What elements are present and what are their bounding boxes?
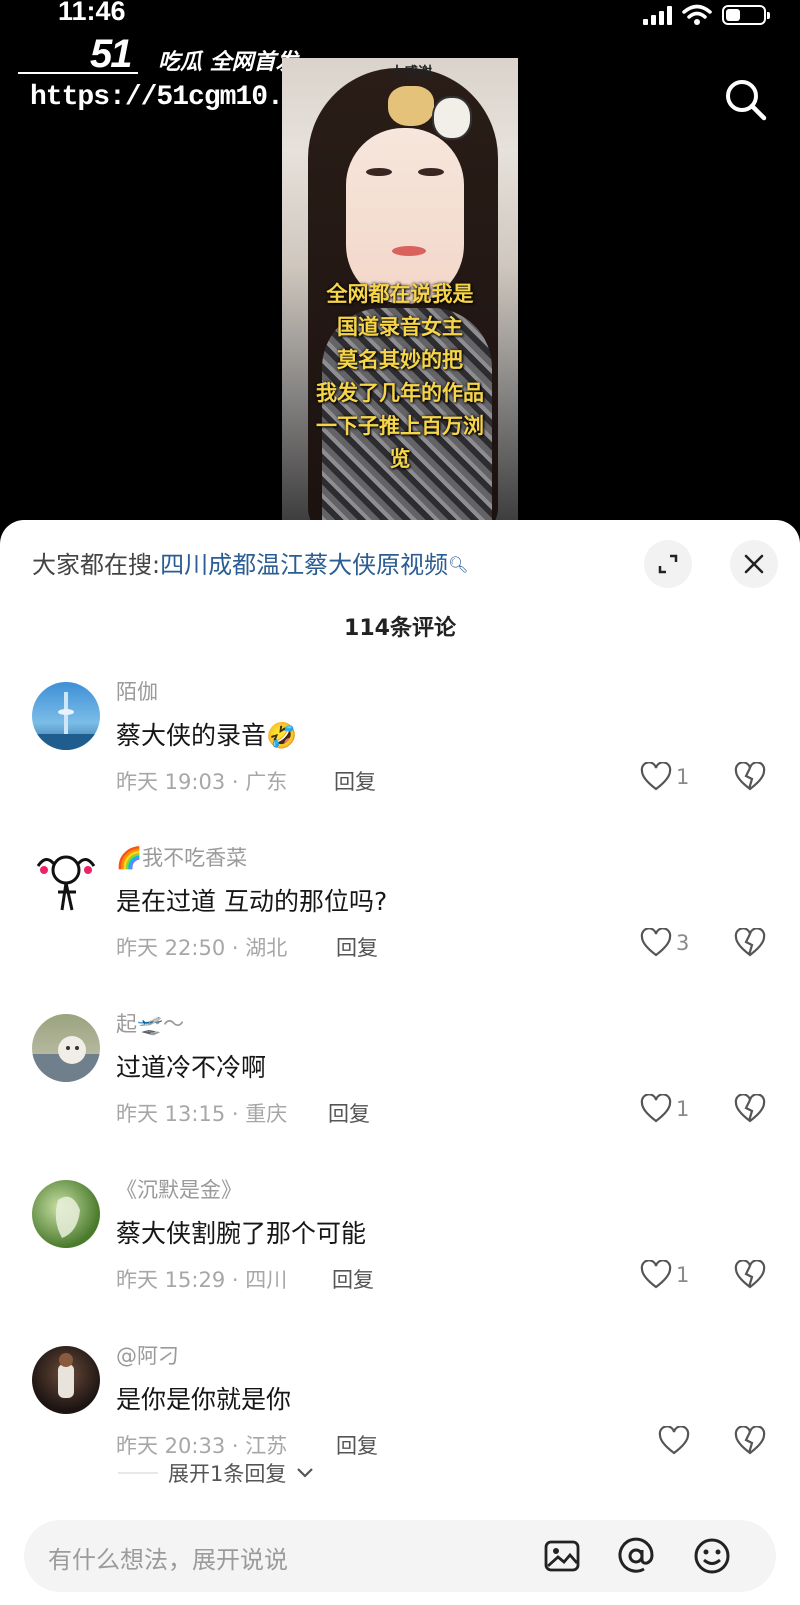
like-count: 1 bbox=[676, 1263, 690, 1287]
dislike-button[interactable] bbox=[734, 1259, 766, 1294]
image-icon bbox=[544, 1540, 580, 1572]
sticker-text: 大感谢 bbox=[390, 65, 432, 81]
comment-item: 起🛫～ 过道冷不冷啊 昨天 13:15 · 重庆 回复 1 bbox=[0, 1012, 800, 1164]
expand-icon bbox=[658, 554, 678, 574]
expand-button[interactable] bbox=[644, 540, 692, 588]
like-button[interactable] bbox=[658, 1426, 694, 1456]
close-button[interactable] bbox=[730, 540, 778, 588]
video-caption: 全网都在说我是 国道录音女主 莫名其妙的把 我发了几年的作品 一下子推上百万浏 … bbox=[316, 282, 484, 471]
like-count: 3 bbox=[676, 931, 690, 955]
reply-button[interactable]: 回复 bbox=[336, 932, 378, 962]
image-button[interactable] bbox=[542, 1536, 582, 1576]
heart-icon bbox=[640, 762, 672, 791]
comment-item: 《沉默是金》 蔡大侠割腕了那个可能 昨天 15:29 · 四川 回复 1 bbox=[0, 1178, 800, 1330]
like-button[interactable]: 1 bbox=[640, 1260, 689, 1290]
search-suggestion-term[interactable]: 四川成都温江蔡大侠原视频 bbox=[160, 551, 448, 579]
dislike-button[interactable] bbox=[734, 761, 766, 796]
sticker-bear bbox=[388, 86, 434, 126]
avatar[interactable] bbox=[32, 848, 100, 916]
comment-text: 蔡大侠的录音🤣 bbox=[116, 721, 298, 750]
comment-text: 蔡大侠割腕了那个可能 bbox=[116, 1219, 367, 1248]
reply-button[interactable]: 回复 bbox=[336, 1430, 378, 1460]
reply-button[interactable]: 回复 bbox=[332, 1264, 374, 1294]
broken-heart-icon bbox=[734, 927, 766, 957]
like-button[interactable]: 3 bbox=[640, 928, 689, 958]
broken-heart-icon bbox=[734, 1093, 766, 1123]
at-icon bbox=[618, 1537, 654, 1573]
battery-icon bbox=[722, 5, 770, 25]
comment-meta: 昨天 15:29 · 四川 bbox=[116, 1268, 288, 1292]
comment-item: 陌伽 蔡大侠的录音🤣 昨天 19:03 · 广东 回复 1 bbox=[0, 680, 800, 832]
like-button[interactable]: 1 bbox=[640, 762, 689, 792]
search-suggestion[interactable]: 大家都在搜:四川成都温江蔡大侠原视频🔍︎ bbox=[32, 548, 468, 582]
heart-icon bbox=[640, 1094, 672, 1123]
comment-input[interactable]: 有什么想法，展开说说 bbox=[48, 1540, 288, 1575]
broken-heart-icon bbox=[734, 1425, 766, 1455]
chevron-down-icon bbox=[297, 1468, 314, 1478]
expand-replies-label: 展开1条回复 bbox=[168, 1462, 287, 1486]
comment-username[interactable]: @阿刁 bbox=[116, 1340, 179, 1370]
dislike-button[interactable] bbox=[734, 1425, 766, 1460]
watermark-tag: 吃瓜 全网首发 bbox=[158, 50, 298, 75]
avatar[interactable] bbox=[32, 1346, 100, 1414]
heart-icon bbox=[658, 1426, 690, 1455]
comment-text: 是在过道 互动的那位吗? bbox=[116, 887, 388, 916]
broken-heart-icon bbox=[734, 1259, 766, 1289]
comment-sheet: 大家都在搜:四川成都温江蔡大侠原视频🔍︎ 114条评论 陌伽 蔡大侠的录音🤣 昨… bbox=[0, 520, 800, 1605]
comment-username[interactable]: 陌伽 bbox=[116, 676, 158, 706]
reply-button[interactable]: 回复 bbox=[334, 766, 376, 796]
wifi-icon bbox=[682, 4, 712, 25]
broken-heart-icon bbox=[734, 761, 766, 791]
status-bar: 11:46 bbox=[0, 0, 800, 30]
comment-username[interactable]: 🌈我不吃香菜 bbox=[116, 842, 247, 872]
reply-divider bbox=[118, 1472, 158, 1474]
comment-text: 是你是你就是你 bbox=[116, 1385, 292, 1414]
watermark-brand: 51 bbox=[90, 32, 132, 76]
like-count: 1 bbox=[676, 765, 690, 789]
comment-input-bar[interactable]: 有什么想法，展开说说 bbox=[24, 1520, 776, 1592]
avatar[interactable] bbox=[32, 682, 100, 750]
sticker-panda bbox=[432, 96, 472, 140]
avatar[interactable] bbox=[32, 1180, 100, 1248]
emoji-button[interactable] bbox=[692, 1536, 732, 1576]
comment-text: 过道冷不冷啊 bbox=[116, 1053, 267, 1082]
search-button[interactable] bbox=[722, 76, 770, 124]
comment-count: 114条评论 bbox=[344, 616, 456, 641]
dislike-button[interactable] bbox=[734, 1093, 766, 1128]
comment-item: 🌈我不吃香菜 是在过道 互动的那位吗? 昨天 22:50 · 湖北 回复 3 bbox=[0, 846, 800, 998]
comment-meta: 昨天 20:33 · 江苏 bbox=[116, 1434, 288, 1458]
heart-icon bbox=[640, 1260, 672, 1289]
watermark-divider bbox=[18, 72, 138, 74]
heart-icon bbox=[640, 928, 672, 957]
expand-replies-button[interactable]: 展开1条回复 bbox=[118, 1458, 314, 1488]
close-icon bbox=[744, 554, 764, 574]
status-icons bbox=[643, 4, 770, 26]
comment-username[interactable]: 《沉默是金》 bbox=[116, 1174, 242, 1204]
search-suggestion-prefix: 大家都在搜: bbox=[32, 551, 161, 579]
video-player[interactable]: 大感谢 全网都在说我是 国道录音女主 莫名其妙的把 我发了几年的作品 一下子推上… bbox=[282, 58, 518, 522]
reply-button[interactable]: 回复 bbox=[328, 1098, 370, 1128]
like-count: 1 bbox=[676, 1097, 690, 1121]
dislike-button[interactable] bbox=[734, 927, 766, 962]
status-time: 11:46 bbox=[58, 0, 126, 26]
comment-username[interactable]: 起🛫～ bbox=[116, 1008, 184, 1038]
search-icon bbox=[726, 80, 767, 121]
like-button[interactable]: 1 bbox=[640, 1094, 689, 1124]
emoji-icon bbox=[694, 1538, 730, 1574]
small-search-icon: 🔍︎ bbox=[448, 555, 469, 574]
watermark: 51 吃瓜 全网首发 https://51cgm10.com bbox=[18, 32, 331, 124]
signal-icon bbox=[643, 5, 672, 25]
avatar[interactable] bbox=[32, 1014, 100, 1082]
comment-meta: 昨天 13:15 · 重庆 bbox=[116, 1102, 288, 1126]
mention-button[interactable] bbox=[616, 1536, 656, 1576]
comment-meta: 昨天 22:50 · 湖北 bbox=[116, 936, 288, 960]
comment-meta: 昨天 19:03 · 广东 bbox=[116, 770, 288, 794]
